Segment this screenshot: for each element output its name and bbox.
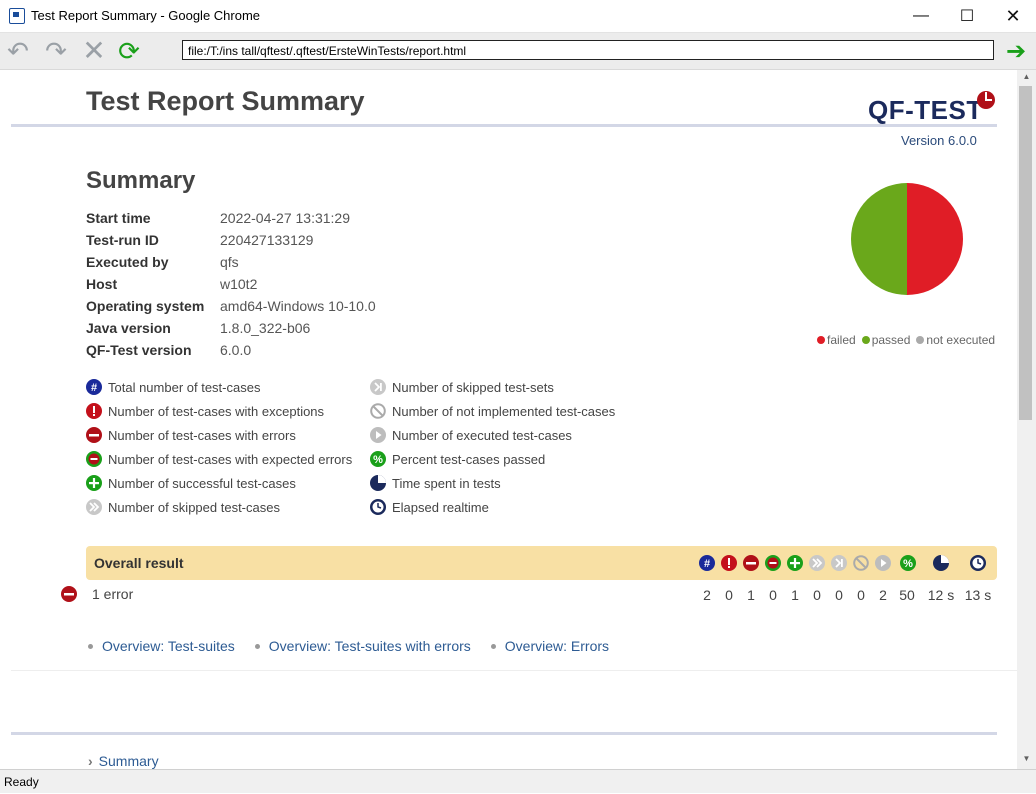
info-row: Java version 1.8.0_322-b06 xyxy=(86,320,311,336)
key-skipped: Number of skipped test-cases xyxy=(86,495,352,519)
skipped-icon xyxy=(86,499,102,515)
link-test-suites[interactable]: Overview: Test-suites xyxy=(88,638,235,654)
result-value: 50 xyxy=(899,587,915,603)
success-icon xyxy=(86,475,102,491)
back-icon[interactable]: ↶ xyxy=(4,37,32,65)
info-row: Start time 2022-04-27 13:31:29 xyxy=(86,210,350,226)
status-bar: Ready xyxy=(0,769,1036,793)
legend-failed: failed xyxy=(817,333,856,347)
info-row: Test-run ID 220427133129 xyxy=(86,232,314,248)
report-title: Test Report Summary xyxy=(86,86,365,116)
info-row: QF-Test version 6.0.0 xyxy=(86,342,252,358)
minimize-button[interactable]: — xyxy=(898,0,944,32)
percent-icon: % xyxy=(900,555,916,571)
overall-result-title: Overall result xyxy=(94,555,184,571)
report-content: Test Report Summary QF-TEST Version 6.0.… xyxy=(0,70,1017,769)
expected-error-icon xyxy=(765,555,781,571)
logo-clock-icon xyxy=(977,91,995,109)
info-row: Operating system amd64-Windows 10-10.0 xyxy=(86,298,376,314)
go-arrow-icon[interactable]: ➔ xyxy=(1002,37,1030,65)
link-errors[interactable]: Overview: Errors xyxy=(490,638,609,654)
qftest-logo: QF-TEST xyxy=(868,90,995,125)
scrollbar-thumb[interactable] xyxy=(1019,86,1032,420)
svg-text:#: # xyxy=(91,382,97,394)
info-row: Executed by qfs xyxy=(86,254,239,270)
legend-not-executed: not executed xyxy=(916,333,995,347)
key-expected-errors: Number of test-cases with expected error… xyxy=(86,447,352,471)
total-count-icon: # xyxy=(86,379,102,395)
svg-text:%: % xyxy=(373,454,383,466)
key-elapsed: Elapsed realtime xyxy=(370,495,615,519)
pie-slice-failed xyxy=(907,183,963,295)
result-value: 13 s xyxy=(964,587,992,603)
clock-icon xyxy=(970,555,986,571)
summary-heading: Summary xyxy=(86,167,196,194)
time-spent-icon xyxy=(370,475,386,491)
error-icon xyxy=(743,555,759,571)
error-icon xyxy=(61,586,77,602)
key-errors: Number of test-cases with errors xyxy=(86,423,352,447)
exception-icon xyxy=(86,403,102,419)
collapsible-summary[interactable]: › Summary xyxy=(88,753,159,769)
key-executed: Number of executed test-cases xyxy=(370,423,615,447)
link-test-suites-errors[interactable]: Overview: Test-suites with errors xyxy=(254,638,471,654)
key-not-implemented: Number of not implemented test-cases xyxy=(370,399,615,423)
summary-info-table: Start time 2022-04-27 13:31:29 Test-run I… xyxy=(86,210,376,364)
scroll-up-icon[interactable]: ▲ xyxy=(1017,72,1036,86)
section-divider-thick xyxy=(11,732,997,735)
legend-passed: passed xyxy=(861,333,910,347)
result-pie-chart xyxy=(851,183,963,295)
svg-text:#: # xyxy=(704,558,710,570)
close-window-button[interactable]: ✕ xyxy=(990,0,1036,32)
window-title: Test Report Summary - Google Chrome xyxy=(31,8,261,23)
forward-icon[interactable]: ↷ xyxy=(42,37,70,65)
stop-icon[interactable]: ✕ xyxy=(80,37,108,65)
error-icon xyxy=(86,427,102,443)
header-divider xyxy=(11,124,997,127)
section-divider xyxy=(11,670,1017,671)
key-skipped-sets: Number of skipped test-sets xyxy=(370,375,615,399)
percent-icon: % xyxy=(370,451,386,467)
skipped-set-icon xyxy=(370,379,386,395)
result-row-label: 1 error xyxy=(92,586,134,602)
pie-legend: failed passed not executed xyxy=(817,333,995,347)
result-value: 12 s xyxy=(927,587,955,603)
key-exceptions: Number of test-cases with exceptions xyxy=(86,399,352,423)
key-successful: Number of successful test-cases xyxy=(86,471,352,495)
executed-icon xyxy=(875,555,891,571)
key-time-in-tests: Time spent in tests xyxy=(370,471,615,495)
app-icon xyxy=(9,8,25,24)
overview-links: Overview: Test-suites Overview: Test-sui… xyxy=(88,638,629,654)
exception-icon xyxy=(721,555,737,571)
overall-result-bar: Overall result # % xyxy=(86,546,997,580)
window-titlebar: Test Report Summary - Google Chrome — ☐ … xyxy=(0,0,1036,33)
executed-icon xyxy=(370,427,386,443)
skipped-set-icon xyxy=(831,555,847,571)
key-legend-right: Number of skipped test-sets Number of no… xyxy=(370,375,615,519)
total-count-icon: # xyxy=(699,555,715,571)
clock-icon xyxy=(370,499,386,515)
address-bar[interactable]: file:/T:/ins tall/qftest/.qftest/ErsteWi… xyxy=(182,40,994,60)
svg-text:%: % xyxy=(903,558,913,570)
not-implemented-icon xyxy=(853,555,869,571)
scroll-down-icon[interactable]: ▼ xyxy=(1017,754,1036,768)
pie-slice-passed xyxy=(851,183,907,295)
not-implemented-icon xyxy=(370,403,386,419)
chevron-right-icon: › xyxy=(88,753,93,769)
success-icon xyxy=(787,555,803,571)
browser-toolbar: ↶ ↷ ✕ ⟳ file:/T:/ins tall/qftest/.qftest… xyxy=(0,33,1036,70)
skipped-icon xyxy=(809,555,825,571)
vertical-scrollbar[interactable]: ▲ ▼ xyxy=(1017,70,1036,769)
info-row: Host w10t2 xyxy=(86,276,258,292)
maximize-button[interactable]: ☐ xyxy=(944,0,990,32)
time-spent-icon xyxy=(933,555,949,571)
key-total: # Total number of test-cases xyxy=(86,375,352,399)
key-percent-passed: % Percent test-cases passed xyxy=(370,447,615,471)
expected-error-icon xyxy=(86,451,102,467)
version-label: Version 6.0.0 xyxy=(901,133,977,148)
reload-icon[interactable]: ⟳ xyxy=(115,37,143,65)
key-legend-left: # Total number of test-cases Number of t… xyxy=(86,375,352,519)
